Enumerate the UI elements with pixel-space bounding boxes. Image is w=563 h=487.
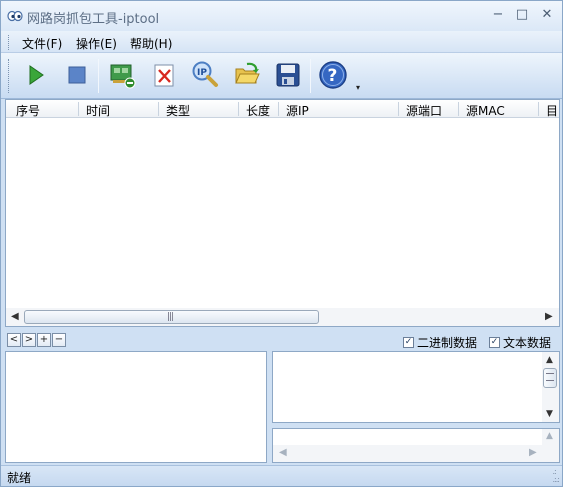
column-divider[interactable] [158, 102, 159, 116]
title-bar[interactable]: 网路岗抓包工具-iptool − □ ✕ [1, 1, 562, 31]
scroll-down-arrow-icon[interactable]: ▼ [546, 409, 553, 419]
column-divider[interactable] [278, 102, 279, 116]
scroll-right-arrow-icon[interactable]: ▶ [529, 447, 537, 458]
play-icon [29, 65, 44, 85]
network-adapter-button[interactable] [107, 59, 139, 91]
prev-button[interactable]: < [7, 333, 21, 347]
expand-button[interactable]: + [37, 333, 51, 347]
toolbar-separator [98, 59, 99, 93]
next-button[interactable]: > [22, 333, 36, 347]
grip-icon: ||| [167, 312, 174, 322]
column-header-type[interactable]: 类型 [166, 102, 190, 117]
binary-data-view[interactable]: ▲ ▼ [272, 351, 560, 423]
packet-detail-tree[interactable] [5, 351, 267, 463]
column-header-src-ip[interactable]: 源IP [286, 102, 309, 117]
column-header-length[interactable]: 长度 [246, 102, 270, 117]
menu-operate[interactable]: 操作(E) [76, 35, 117, 52]
scroll-right-arrow-icon[interactable]: ▶ [545, 311, 553, 322]
main-window: 网路岗抓包工具-iptool − □ ✕ 文件(F) 操作(E) 帮助(H) I… [0, 0, 563, 487]
packet-list[interactable]: 序号 时间 类型 长度 源IP 源端口 源MAC 目 ◀ ||| ▶ [5, 99, 560, 327]
menu-grip[interactable] [8, 35, 11, 50]
column-header-src-port[interactable]: 源端口 [406, 102, 442, 117]
column-divider[interactable] [538, 102, 539, 116]
save-button[interactable] [272, 59, 304, 91]
column-header-time[interactable]: 时间 [86, 102, 110, 117]
scroll-left-arrow-icon[interactable]: ◀ [11, 311, 19, 322]
svg-text:IP: IP [197, 68, 207, 78]
app-eyes-icon [7, 10, 23, 22]
save-icon [276, 63, 300, 87]
column-divider[interactable] [238, 102, 239, 116]
column-header-src-mac[interactable]: 源MAC [466, 102, 505, 117]
text-data-label: 文本数据 [503, 336, 552, 350]
column-header-index[interactable]: 序号 [16, 102, 40, 117]
minimize-button[interactable]: − [489, 7, 507, 23]
binary-vscrollbar[interactable]: ▲ ▼ [542, 352, 559, 422]
svg-text:?: ? [328, 66, 338, 86]
stop-icon [68, 66, 86, 84]
status-text: 就绪 [7, 471, 32, 485]
window-title: 网路岗抓包工具-iptool [27, 12, 160, 27]
open-file-button[interactable] [231, 59, 263, 91]
menu-file[interactable]: 文件(F) [22, 35, 62, 52]
scroll-up-arrow-icon[interactable]: ▲ [546, 355, 553, 365]
menu-bar: 文件(F) 操作(E) 帮助(H) [1, 31, 562, 53]
scroll-left-arrow-icon[interactable]: ◀ [279, 447, 287, 458]
clear-icon [154, 64, 174, 87]
text-data-checkbox[interactable]: ✓ [489, 337, 500, 348]
text-data-option[interactable]: ✓ 文本数据 [489, 334, 551, 351]
text-vscrollbar[interactable]: ▲ [542, 429, 559, 462]
help-button[interactable]: ? [317, 59, 349, 91]
hscroll-thumb[interactable]: ||| [24, 310, 319, 324]
menu-help[interactable]: 帮助(H) [130, 35, 172, 52]
binary-data-option[interactable]: ✓ 二进制数据 [403, 334, 477, 351]
clear-button[interactable] [149, 59, 181, 91]
close-button[interactable]: ✕ [538, 7, 556, 23]
toolbar: IP ? ▾ [1, 53, 562, 99]
resize-grip-icon[interactable]: .:.:.: [553, 468, 561, 484]
binary-data-checkbox[interactable]: ✓ [403, 337, 414, 348]
maximize-button[interactable]: □ [513, 7, 531, 23]
text-data-view[interactable]: ◀ ▶ ▲ [272, 428, 560, 463]
text-hscrollbar[interactable]: ◀ ▶ [273, 445, 543, 462]
start-capture-button[interactable] [19, 59, 51, 91]
vscroll-thumb[interactable] [543, 368, 557, 388]
detail-nav-row: < > + − ✓ 二进制数据 ✓ 文本数据 [1, 329, 562, 351]
ip-magnifier-icon: IP [192, 61, 218, 87]
open-folder-icon [235, 62, 260, 84]
toolbar-overflow-chevron-icon[interactable]: ▾ [356, 83, 364, 92]
collapse-button[interactable]: − [52, 333, 66, 347]
column-divider[interactable] [398, 102, 399, 116]
packet-list-header: 序号 时间 类型 长度 源IP 源端口 源MAC 目 [6, 100, 559, 118]
column-header-dst[interactable]: 目 [546, 102, 558, 117]
ip-search-button[interactable]: IP [189, 59, 221, 91]
binary-data-label: 二进制数据 [417, 336, 478, 350]
stop-capture-button[interactable] [61, 59, 93, 91]
status-bar: 就绪 .:.:.: [1, 465, 562, 486]
toolbar-grip[interactable] [8, 59, 11, 93]
network-card-icon [110, 64, 136, 89]
scroll-up-arrow-icon[interactable]: ▲ [546, 431, 553, 441]
column-divider[interactable] [458, 102, 459, 116]
column-divider[interactable] [78, 102, 79, 116]
help-icon: ? [319, 61, 347, 89]
grip-icon [546, 373, 554, 381]
packet-list-hscrollbar[interactable]: ◀ ||| ▶ [6, 308, 559, 326]
toolbar-separator [310, 59, 311, 93]
